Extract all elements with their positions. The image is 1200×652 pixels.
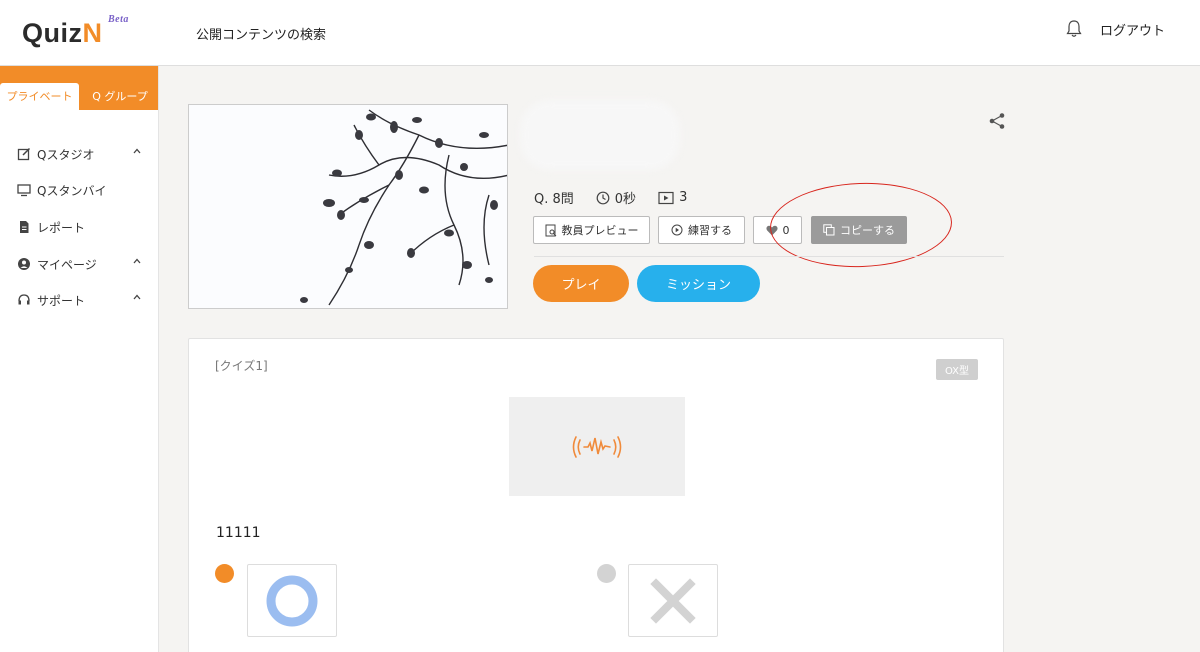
- logo-text: Quiz: [22, 18, 83, 48]
- copy-button[interactable]: コピーする: [811, 216, 907, 244]
- sidebar-item-q-standby[interactable]: Qスタンバイ: [17, 180, 106, 200]
- monitor-icon: [17, 184, 31, 197]
- edit-icon: [17, 147, 31, 161]
- quiz-stats: Q. 8問 0秒 3: [534, 188, 687, 207]
- play-count-stat: 3: [658, 190, 687, 205]
- share-icon[interactable]: [988, 112, 1006, 130]
- audio-media-placeholder[interactable]: [509, 397, 685, 496]
- play-button[interactable]: プレイ: [533, 265, 629, 302]
- play-circle-icon: [671, 224, 683, 236]
- beta-badge: Beta: [108, 14, 129, 25]
- sidebar-item-label: サポート: [37, 293, 86, 308]
- sidebar-item-label: Qスタジオ: [37, 147, 95, 162]
- like-button[interactable]: 0: [753, 216, 802, 244]
- teacher-preview-label: 教員プレビュー: [561, 224, 639, 237]
- choice-x[interactable]: [628, 564, 718, 637]
- like-count: 0: [782, 223, 790, 237]
- chevron-up-icon[interactable]: [133, 257, 141, 265]
- sidebar-item-label: Qスタンバイ: [37, 183, 107, 198]
- public-content-search-link[interactable]: 公開コンテンツの検索: [196, 24, 326, 43]
- question-count: Q. 8問: [534, 192, 574, 207]
- quiz-card: [クイズ1] OX型 11111: [188, 338, 1004, 652]
- quiz-number-label: [クイズ1]: [215, 359, 268, 373]
- copy-label: コピーする: [840, 224, 895, 237]
- clock-icon: [596, 191, 610, 204]
- choice-radio-o[interactable]: [215, 564, 234, 583]
- quiz-thumbnail: [188, 104, 508, 309]
- time-stat: 0秒: [596, 188, 636, 207]
- sidebar-item-label: マイページ: [37, 257, 97, 272]
- mission-button[interactable]: ミッション: [637, 265, 760, 302]
- choice-radio-x[interactable]: [597, 564, 616, 583]
- chevron-up-icon[interactable]: [133, 293, 141, 301]
- headset-icon: [18, 294, 30, 305]
- practice-button[interactable]: 練習する: [658, 216, 745, 244]
- sidebar-item-report[interactable]: レポート: [17, 217, 85, 237]
- question-text: 11111: [216, 525, 261, 541]
- quiz-type-badge: OX型: [936, 359, 978, 380]
- audio-wave-icon: [572, 435, 622, 458]
- time-value: 0秒: [614, 192, 637, 207]
- practice-label: 練習する: [688, 224, 732, 237]
- cross-x-icon: [650, 577, 696, 624]
- copy-icon: [823, 224, 835, 236]
- tab-private[interactable]: プライベート: [0, 83, 79, 110]
- branch-image: [189, 105, 507, 308]
- sidebar-item-label: レポート: [37, 220, 86, 235]
- play-screen-icon: [658, 191, 674, 204]
- preview-doc-icon: [545, 224, 556, 236]
- sidebar-item-q-studio[interactable]: Qスタジオ: [17, 144, 141, 164]
- circle-o-icon: [266, 575, 318, 626]
- quiz-title-blurred: [520, 100, 680, 170]
- sidebar-item-my-page[interactable]: マイページ: [17, 254, 141, 274]
- play-count-value: 3: [679, 190, 688, 205]
- sidebar-tabs: プライベート Q グループ: [0, 66, 158, 110]
- logo-letter: N: [82, 18, 103, 48]
- bell-icon[interactable]: [1064, 19, 1084, 39]
- logout-button[interactable]: ログアウト: [1100, 20, 1165, 39]
- teacher-preview-button[interactable]: 教員プレビュー: [533, 216, 650, 244]
- heart-icon: [765, 225, 778, 235]
- logo[interactable]: QuizN Beta: [22, 14, 128, 49]
- document-icon: [20, 221, 29, 233]
- choice-o[interactable]: [247, 564, 337, 637]
- top-header: QuizN Beta 公開コンテンツの検索 ログアウト: [0, 0, 1200, 66]
- sidebar-item-support[interactable]: サポート: [17, 290, 141, 310]
- tab-q-group[interactable]: Q グループ: [84, 83, 156, 110]
- divider: [534, 256, 1004, 257]
- user-circle-icon: [18, 258, 30, 270]
- sidebar: プライベート Q グループ Qスタジオ Qスタンバイ レポート マイページ サポ…: [0, 66, 159, 652]
- chevron-up-icon[interactable]: [133, 147, 141, 155]
